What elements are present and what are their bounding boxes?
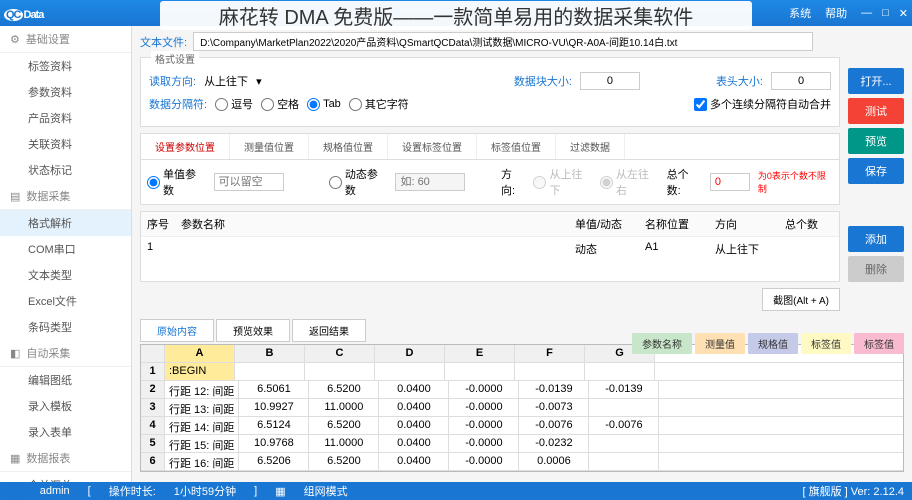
tag-param[interactable]: 参数名称 <box>632 333 692 354</box>
tab-measure-pos[interactable]: 测量值位置 <box>230 134 309 159</box>
sidebar-item-excel-file[interactable]: Excel文件 <box>0 288 131 314</box>
sidebar-item-text-type[interactable]: 文本类型 <box>0 262 131 288</box>
sidebar-item-com-port[interactable]: COM串口 <box>0 236 131 262</box>
sep-space[interactable]: 空格 <box>261 96 299 112</box>
sidebar-item-relation-data[interactable]: 关联资料 <box>0 131 131 157</box>
block-size-label: 数据块大小: <box>514 73 572 89</box>
dir-label: 方向: <box>501 166 525 198</box>
merge-sep-check[interactable]: 多个连续分隔符自动合并 <box>694 96 831 112</box>
overlay-title: 麻花转 DMA 免费版——一款简单易用的数据采集软件 <box>160 1 752 30</box>
table-row[interactable]: 1 动态 A1 从上往下 <box>141 237 839 261</box>
sidebar-item-format-parse[interactable]: 格式解析 <box>0 210 131 236</box>
multi-param-radio[interactable]: 动态参数 <box>329 166 388 198</box>
dir-down: 从上往下 <box>533 166 592 198</box>
sidebar-item-barcode[interactable]: 条码类型 <box>0 314 131 340</box>
test-button[interactable]: 测试 <box>848 98 904 124</box>
data-icon: ▤ <box>10 190 20 203</box>
minimize-icon[interactable]: — <box>861 7 872 20</box>
single-param-input[interactable] <box>214 173 284 191</box>
total-hint: 为0表示个数不限制 <box>758 169 833 195</box>
btab-result[interactable]: 返回结果 <box>292 319 366 342</box>
auto-icon: ◧ <box>10 347 20 360</box>
th-dir: 方向 <box>709 212 779 236</box>
net-mode: 组网模式 <box>304 483 348 499</box>
screenshot-button[interactable]: 截图(Alt + A) <box>762 288 840 311</box>
path-label: 文本文件: <box>140 34 187 50</box>
th-tot: 总个数 <box>779 212 839 236</box>
tag-label2[interactable]: 标签值 <box>854 333 904 354</box>
gear-icon: ⚙ <box>10 33 20 46</box>
net-icon: ▦ <box>275 485 285 498</box>
sidebar-item-input-form[interactable]: 录入表单 <box>0 419 131 445</box>
tab-filter[interactable]: 过滤数据 <box>556 134 625 159</box>
th-name: 参数名称 <box>175 212 569 236</box>
single-param-radio[interactable]: 单值参数 <box>147 166 206 198</box>
menu-help[interactable]: 帮助 <box>825 5 847 21</box>
status-user: admin <box>40 485 70 497</box>
delete-button[interactable]: 删除 <box>848 256 904 282</box>
multi-param-input <box>395 173 465 191</box>
th-seq: 序号 <box>141 212 175 236</box>
add-button[interactable]: 添加 <box>848 226 904 252</box>
time-label: 操作时长: <box>109 483 156 499</box>
sep-tab[interactable]: Tab <box>307 98 341 111</box>
total-label: 总个数: <box>667 166 702 198</box>
block-size-input[interactable] <box>580 72 640 90</box>
header-size-input[interactable] <box>771 72 831 90</box>
open-button[interactable]: 打开... <box>848 68 904 94</box>
read-dir-label: 读取方向: <box>149 73 196 89</box>
preview-button[interactable]: 预览 <box>848 128 904 154</box>
dir-right: 从左往右 <box>600 166 659 198</box>
config-tabs: 设置参数位置 测量值位置 规格值位置 设置标签位置 标签值位置 过滤数据 <box>140 133 840 160</box>
sep-comma[interactable]: 逗号 <box>215 96 253 112</box>
sidebar-item-edit-drawing[interactable]: 编辑图纸 <box>0 367 131 393</box>
tag-label1[interactable]: 标签值 <box>801 333 851 354</box>
param-table: 序号 参数名称 单值/动态 名称位置 方向 总个数 1 动态 A1 从上往下 <box>140 211 840 282</box>
report-icon: ▦ <box>10 452 20 465</box>
sidebar-item-label-data[interactable]: 标签资料 <box>0 53 131 79</box>
total-input[interactable] <box>710 173 750 191</box>
group-basic[interactable]: ⚙基础设置 <box>0 26 131 53</box>
close-icon[interactable]: ✕ <box>899 7 908 20</box>
user-icon: 👤 <box>8 485 22 498</box>
th-mode: 单值/动态 <box>569 212 639 236</box>
sep-label: 数据分隔符: <box>149 96 207 112</box>
menu-system[interactable]: 系统 <box>789 5 811 21</box>
chevron-down-icon[interactable]: ▾ <box>256 75 262 88</box>
path-input[interactable] <box>193 32 813 51</box>
save-button[interactable]: 保存 <box>848 158 904 184</box>
format-box-title: 格式设置 <box>151 51 199 66</box>
sidebar: ⚙基础设置 标签资料 参数资料 产品资料 关联资料 状态标记 ▤数据采集 格式解… <box>0 26 132 482</box>
sidebar-item-input-template[interactable]: 录入模板 <box>0 393 131 419</box>
app-logo: QCData <box>4 6 74 21</box>
tag-spec[interactable]: 规格值 <box>748 333 798 354</box>
th-pos: 名称位置 <box>639 212 709 236</box>
sep-other[interactable]: 其它字符 <box>349 96 409 112</box>
group-report[interactable]: ▦数据报表 <box>0 445 131 472</box>
tab-label-pos[interactable]: 设置标签位置 <box>388 134 477 159</box>
sidebar-item-merge-summary[interactable]: 合并汇总 <box>0 472 131 482</box>
group-auto[interactable]: ◧自动采集 <box>0 340 131 367</box>
read-dir-value[interactable]: 从上往下 <box>204 73 248 89</box>
tab-param-pos[interactable]: 设置参数位置 <box>141 134 230 159</box>
version: [ 旗舰版 ] Ver: 2.12.4 <box>803 483 905 499</box>
sidebar-item-status-mark[interactable]: 状态标记 <box>0 157 131 183</box>
btab-preview[interactable]: 预览效果 <box>216 319 290 342</box>
group-collect[interactable]: ▤数据采集 <box>0 183 131 210</box>
sidebar-item-param-data[interactable]: 参数资料 <box>0 79 131 105</box>
time-value: 1小时59分钟 <box>174 483 236 499</box>
sidebar-item-product-data[interactable]: 产品资料 <box>0 105 131 131</box>
maximize-icon[interactable]: □ <box>882 7 889 20</box>
header-size-label: 表头大小: <box>716 73 763 89</box>
data-sheet[interactable]: ABCDEFG1:BEGIN2行距 12: 间距6.50616.52000.04… <box>140 344 904 472</box>
tab-spec-pos[interactable]: 规格值位置 <box>309 134 388 159</box>
tab-labelval-pos[interactable]: 标签值位置 <box>477 134 556 159</box>
tag-measure[interactable]: 测量值 <box>695 333 745 354</box>
btab-raw[interactable]: 原始内容 <box>140 319 214 342</box>
